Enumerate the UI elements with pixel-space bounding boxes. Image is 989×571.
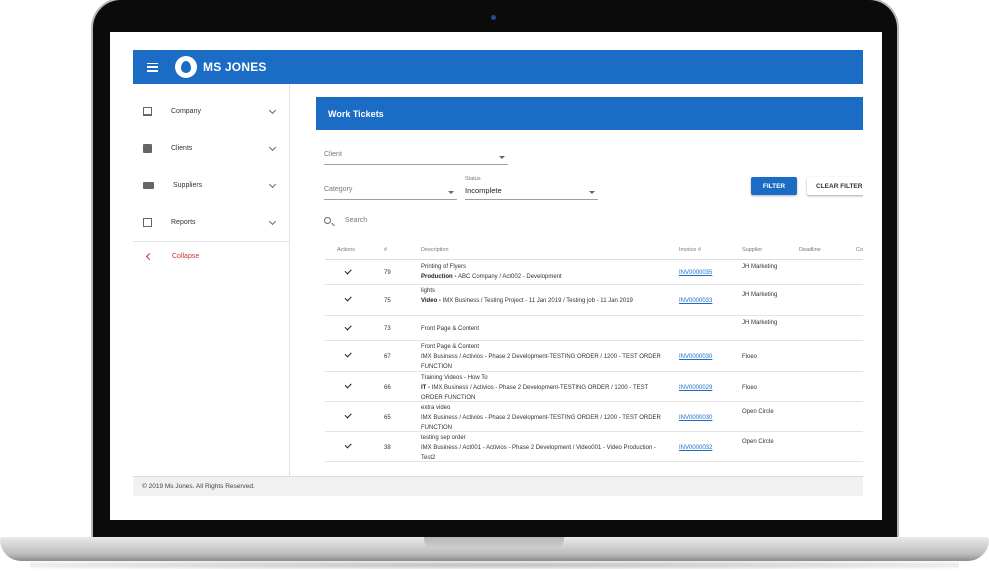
- caret-down-icon: [448, 191, 454, 194]
- search-placeholder: Search: [345, 216, 368, 224]
- client-select[interactable]: Client: [324, 151, 508, 165]
- chevron-left-icon: [145, 252, 154, 260]
- caret-down-icon: [589, 191, 595, 194]
- client-label: Client: [324, 151, 342, 158]
- search-input[interactable]: Search: [324, 213, 524, 227]
- app-header: MS JONES: [133, 50, 863, 84]
- check-icon[interactable]: [344, 411, 352, 419]
- col-supplier[interactable]: Supplier: [742, 247, 762, 253]
- chevron-down-icon: [268, 180, 277, 189]
- camera-dot: [491, 15, 496, 20]
- check-icon[interactable]: [344, 441, 352, 449]
- table-row[interactable]: 65 extra video IMX Business / Activios -…: [325, 402, 863, 432]
- table-row[interactable]: 79 Printing of Flyers Production - ABC C…: [325, 260, 863, 285]
- brand-logo-icon: [175, 56, 197, 78]
- row-description: lights Video - IMX Business / Testing Pr…: [421, 288, 633, 304]
- page-title: Work Tickets: [316, 97, 863, 130]
- sidebar-item-label: Company: [171, 108, 201, 115]
- table-row[interactable]: 38 testing sep order IMX Business / Act0…: [325, 432, 863, 462]
- table-body: 79 Printing of Flyers Production - ABC C…: [325, 260, 863, 462]
- row-description: Front Page & Content: [421, 326, 480, 332]
- category-select[interactable]: Category: [324, 186, 457, 200]
- main-content: Work Tickets Client Category Status Inco…: [291, 84, 863, 476]
- brand-name: MS JONES: [203, 60, 267, 74]
- table-row[interactable]: 75 lights Video - IMX Business / Testing…: [325, 285, 863, 316]
- sidebar-item-suppliers[interactable]: Suppliers: [133, 167, 289, 204]
- check-icon[interactable]: [344, 267, 352, 275]
- row-description: Training Videos - How To IT - IMX Busine…: [421, 375, 649, 401]
- col-actions[interactable]: Actions: [337, 247, 355, 253]
- laptop-notch: [424, 537, 564, 549]
- screen: MS JONES Company Clients Suppliers Repor…: [110, 32, 882, 520]
- invoice-link[interactable]: INV0000035: [679, 268, 712, 278]
- sidebar-item-label: Suppliers: [173, 182, 203, 189]
- row-description: testing sep order IMX Business / Act001 …: [421, 435, 656, 461]
- check-icon[interactable]: [344, 323, 352, 331]
- check-icon[interactable]: [344, 350, 352, 358]
- col-co[interactable]: Co: [856, 247, 863, 253]
- filter-button[interactable]: FILTER: [751, 177, 797, 195]
- clear-filter-button[interactable]: CLEAR FILTER: [807, 177, 863, 195]
- collapse-label: Collapse: [172, 252, 200, 260]
- col-deadline[interactable]: Deadline: [799, 247, 821, 253]
- check-icon[interactable]: [344, 381, 352, 389]
- laptop-shadow: [30, 561, 959, 569]
- search-icon: [324, 216, 331, 224]
- status-select[interactable]: Status Incomplete: [465, 176, 598, 200]
- sidebar-item-clients[interactable]: Clients: [133, 130, 289, 167]
- table-header: Actions # Description Invoice # Supplier…: [325, 238, 863, 260]
- chart-icon: [143, 218, 152, 227]
- col-invoice[interactable]: Invoice #: [679, 247, 701, 253]
- menu-icon[interactable]: [147, 62, 158, 72]
- sidebar-item-label: Reports: [171, 219, 196, 226]
- table-row[interactable]: 66 Training Videos - How To IT - IMX Bus…: [325, 372, 863, 402]
- truck-icon: [143, 182, 154, 189]
- caret-down-icon: [499, 156, 505, 159]
- building-icon: [143, 107, 152, 116]
- sidebar: Company Clients Suppliers Reports Collap…: [133, 84, 290, 476]
- row-description: Printing of Flyers Production - ABC Comp…: [421, 264, 562, 280]
- sidebar-item-reports[interactable]: Reports: [133, 204, 289, 241]
- chevron-down-icon: [268, 143, 277, 152]
- category-label: Category: [324, 186, 353, 193]
- sidebar-item-label: Clients: [171, 145, 193, 152]
- invoice-link[interactable]: INV0000030: [679, 352, 712, 362]
- collapse-button[interactable]: Collapse: [133, 242, 289, 270]
- footer: © 2019 Ms Jones. All Rights Reserved.: [133, 476, 863, 496]
- invoice-link[interactable]: INV0000033: [679, 296, 712, 306]
- invoice-link[interactable]: INV0000032: [679, 443, 712, 453]
- invoice-link[interactable]: INV0000030: [679, 413, 712, 423]
- invoice-link[interactable]: INV0000029: [679, 383, 712, 393]
- table-row[interactable]: 67 Front Page & Content IMX Business / A…: [325, 341, 863, 372]
- status-label: Status: [465, 176, 481, 182]
- status-value: Incomplete: [465, 186, 502, 195]
- table-row[interactable]: 73 Front Page & Content JH Marketing: [325, 316, 863, 341]
- col-description[interactable]: Description: [421, 247, 449, 253]
- sidebar-item-company[interactable]: Company: [133, 93, 289, 130]
- chevron-down-icon: [268, 106, 277, 115]
- chevron-down-icon: [268, 217, 277, 226]
- col-number[interactable]: #: [384, 247, 387, 253]
- row-description: Front Page & Content IMX Business / Acti…: [421, 344, 661, 370]
- contacts-icon: [143, 144, 152, 153]
- check-icon[interactable]: [344, 294, 352, 302]
- row-description: extra video IMX Business / Activios - Ph…: [421, 405, 661, 431]
